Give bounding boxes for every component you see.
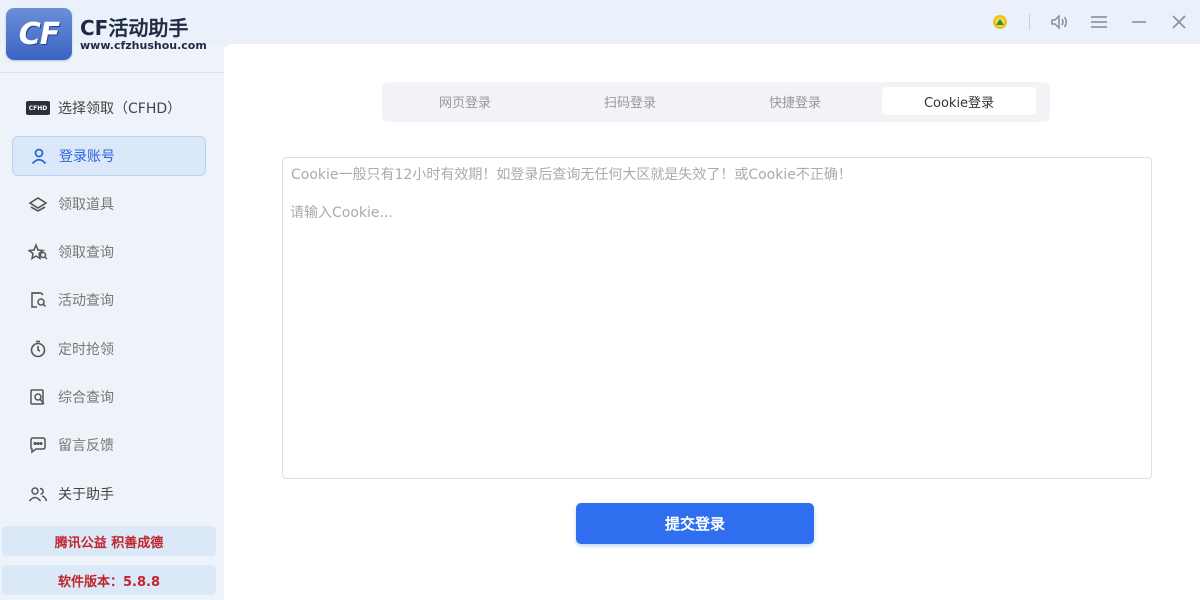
login-tabs: 网页登录 扫码登录 快捷登录 Cookie登录	[382, 82, 1050, 122]
menu-icon[interactable]	[1088, 11, 1110, 33]
sidebar-item-select-cfhd[interactable]: CFHD 选择领取（CFHD）	[12, 88, 206, 128]
cookie-input[interactable]	[283, 190, 1151, 476]
file-search-icon	[26, 385, 50, 409]
close-icon[interactable]	[1168, 11, 1190, 33]
sidebar-item-timed-claim[interactable]: 定时抢领	[12, 329, 206, 369]
sidebar-item-label: 选择领取（CFHD）	[58, 101, 182, 117]
sidebar-item-login[interactable]: 登录账号	[12, 136, 206, 176]
cfhd-badge-icon: CFHD	[26, 96, 50, 120]
app-title: CF活动助手	[80, 16, 189, 40]
cookie-hint: Cookie一般只有12小时有效期！如登录后查询无任何大区就是失效了！或Cook…	[291, 167, 852, 183]
submit-login-button[interactable]: 提交登录	[576, 503, 814, 544]
title-bar: CF CF活动助手 www.cfzhushou.com	[0, 0, 1200, 60]
sidebar-item-claim-query[interactable]: 领取查询	[12, 232, 206, 272]
layers-icon	[26, 192, 50, 216]
timer-icon	[26, 337, 50, 361]
cookie-field-container: Cookie一般只有12小时有效期！如登录后查询无任何大区就是失效了！或Cook…	[282, 157, 1152, 479]
sidebar-item-label: 综合查询	[58, 390, 114, 406]
promo-banner[interactable]: 腾讯公益 积善成德	[2, 526, 216, 556]
doc-search-icon	[26, 288, 50, 312]
star-search-icon	[26, 240, 50, 264]
tab-web-login[interactable]: 网页登录	[388, 87, 542, 115]
sidebar-item-feedback[interactable]: 留言反馈	[12, 425, 206, 465]
volume-icon[interactable]	[1048, 11, 1070, 33]
sidebar-item-activity-query[interactable]: 活动查询	[12, 280, 206, 320]
window-controls	[989, 10, 1190, 34]
sidebar-divider	[0, 72, 224, 73]
main-panel: 网页登录 扫码登录 快捷登录 Cookie登录 Cookie一般只有12小时有效…	[224, 44, 1200, 600]
chat-icon	[26, 433, 50, 457]
app-url: www.cfzhushou.com	[80, 39, 207, 52]
sidebar-item-label: 登录账号	[59, 149, 115, 165]
sidebar-item-label: 留言反馈	[58, 438, 114, 454]
control-separator	[1029, 14, 1030, 30]
users-icon	[26, 482, 50, 506]
sidebar-item-about[interactable]: 关于助手	[12, 474, 206, 514]
sidebar-item-label: 定时抢领	[58, 342, 114, 358]
app-logo: CF	[6, 8, 72, 60]
tab-quick-login[interactable]: 快捷登录	[718, 87, 872, 115]
sidebar-item-label: 关于助手	[58, 487, 114, 503]
sidebar-item-label: 活动查询	[58, 293, 114, 309]
sidebar-item-label: 领取道具	[58, 197, 114, 213]
logo-text: CF	[18, 16, 61, 52]
version-label: 软件版本：5.8.8	[2, 565, 216, 595]
sidebar-item-general-query[interactable]: 综合查询	[12, 377, 206, 417]
sidebar-item-claim-items[interactable]: 领取道具	[12, 184, 206, 224]
tab-cookie-login[interactable]: Cookie登录	[882, 87, 1036, 115]
tab-qr-login[interactable]: 扫码登录	[553, 87, 707, 115]
minimize-icon[interactable]	[1128, 11, 1150, 33]
coin-icon[interactable]	[989, 11, 1011, 33]
user-icon	[27, 144, 51, 168]
sidebar-item-label: 领取查询	[58, 245, 114, 261]
